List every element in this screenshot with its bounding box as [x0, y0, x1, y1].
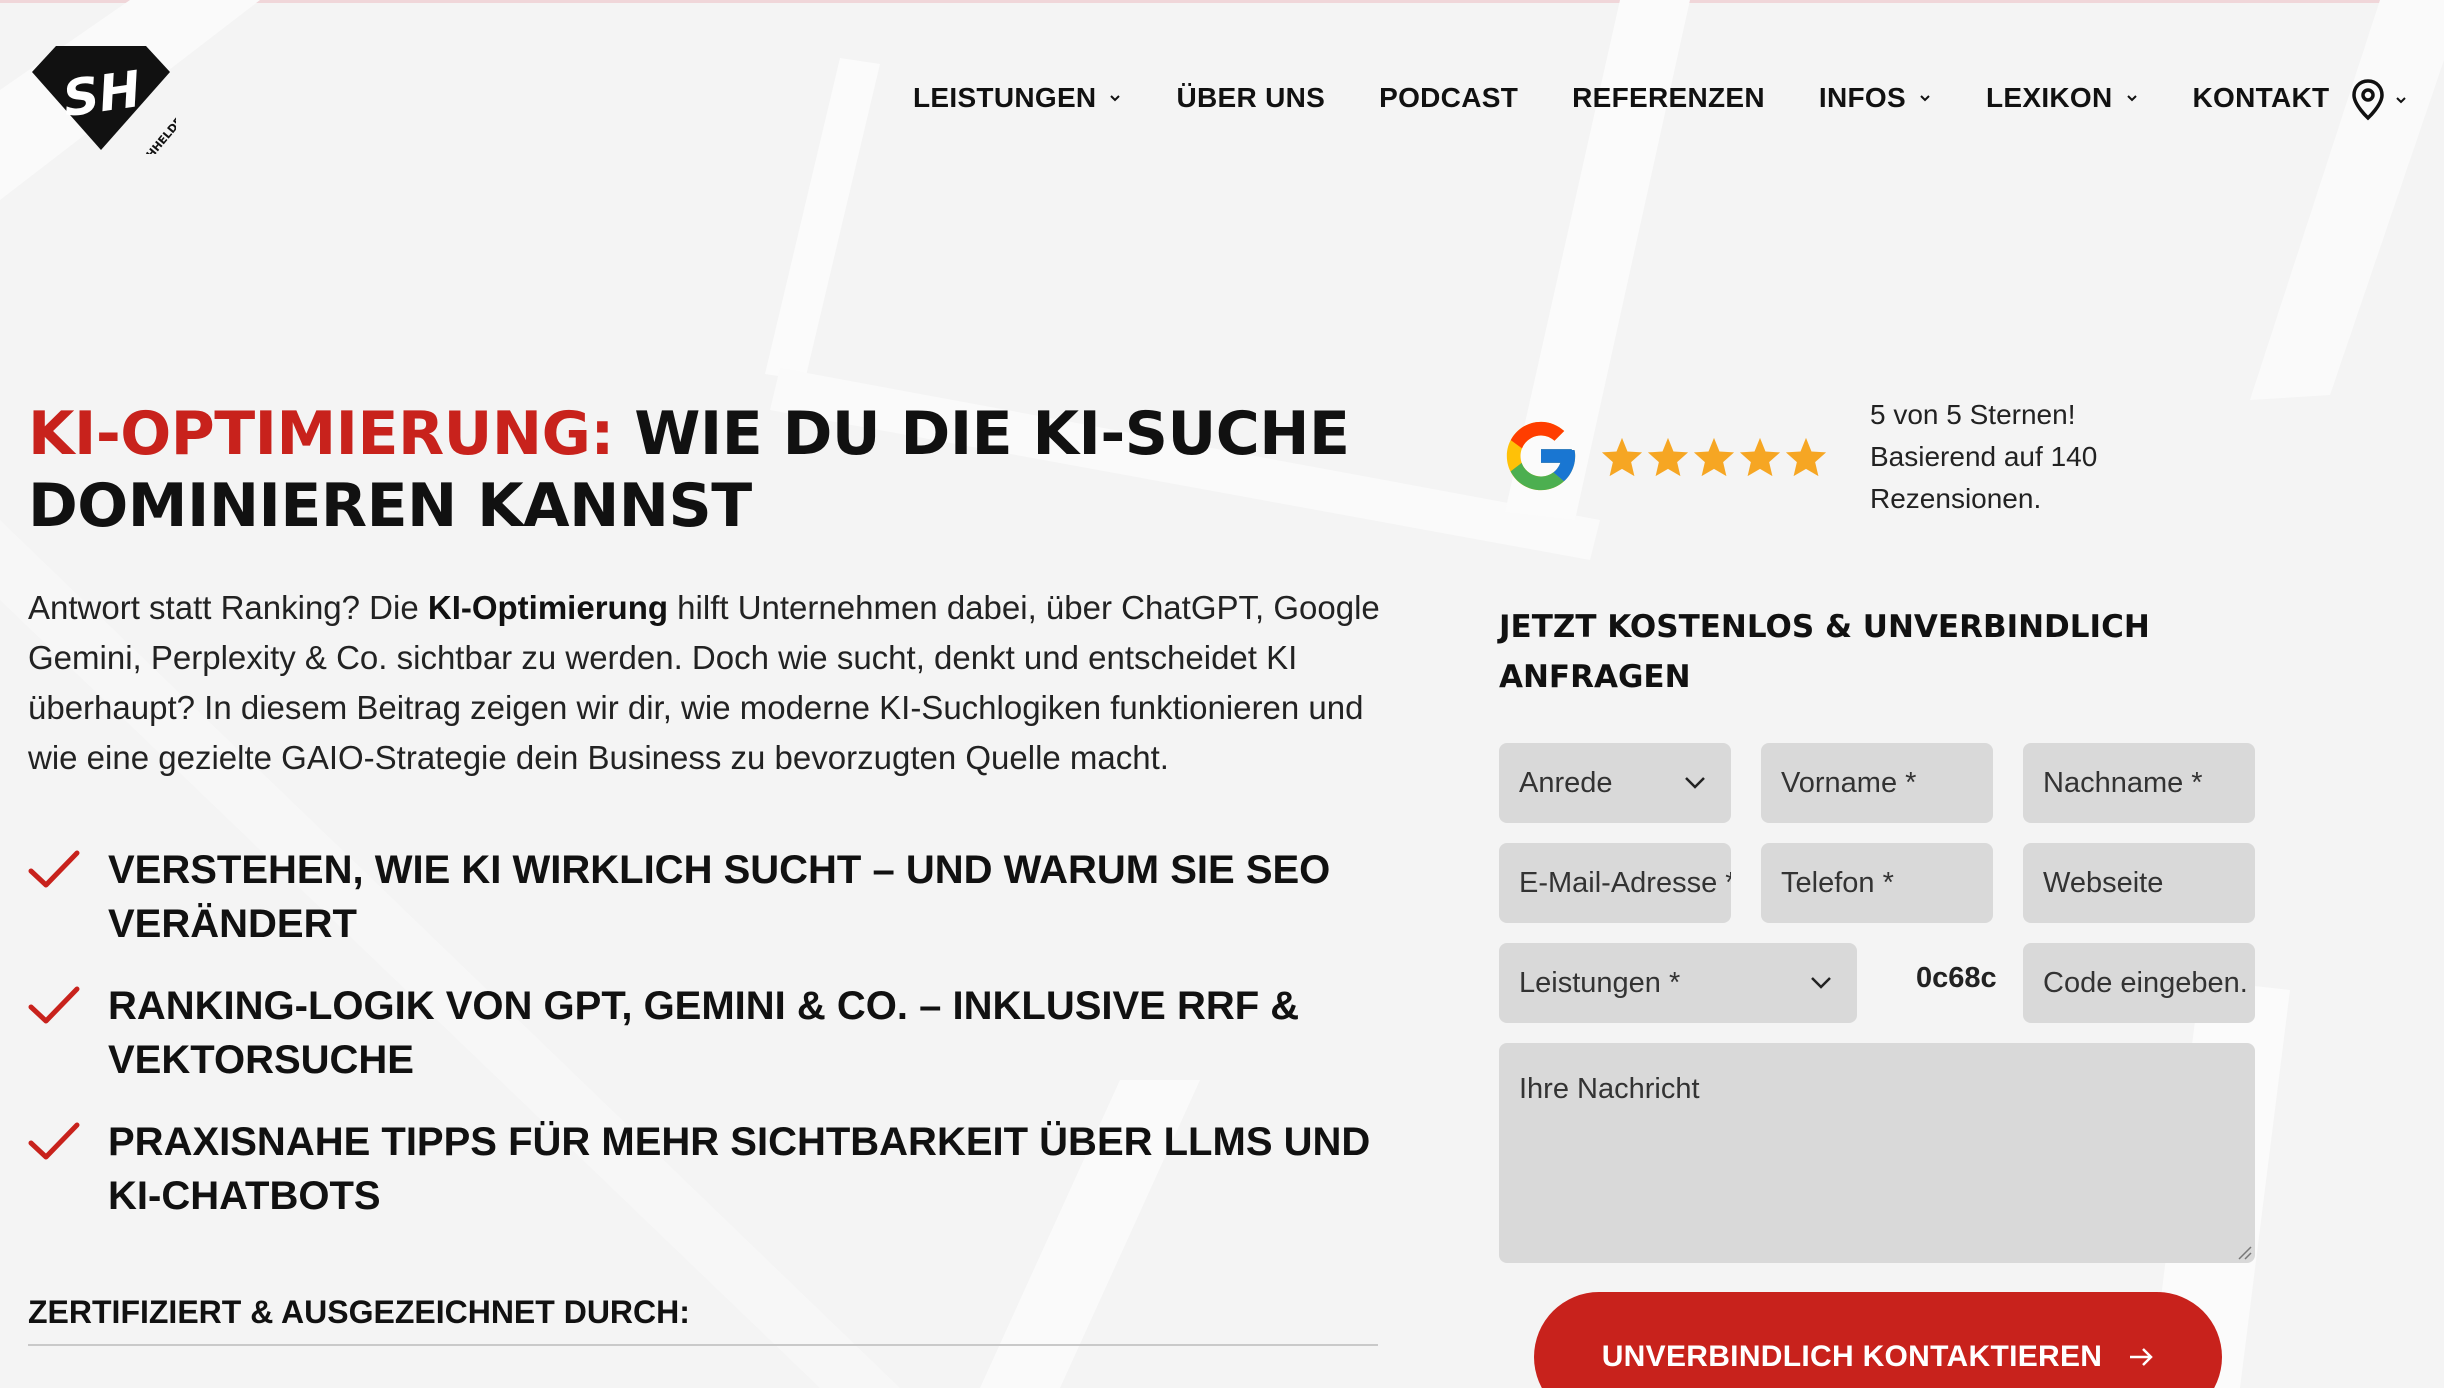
intro-paragraph: Antwort statt Ranking? Die KI-Optimierun…: [28, 583, 1408, 783]
list-item-text: Ranking-Logik von GPT, Gemini & Co. – in…: [108, 984, 1300, 1082]
webseite-field[interactable]: Webseite: [2023, 843, 2255, 923]
nav-item-label: ÜBER UNS: [1176, 82, 1326, 113]
page-title-highlight: KI-Optimierung:: [28, 399, 614, 469]
star-icon: [1693, 437, 1735, 477]
chevron-down-icon: [2126, 95, 2137, 102]
submit-button[interactable]: Unverbindlich kontaktieren: [1534, 1292, 2222, 1388]
rating-summary: 5 von 5 Sternen! Basierend auf 140 Rezen…: [1870, 394, 2097, 520]
nav-item-label: REFERENZEN: [1572, 82, 1765, 113]
nav-item-label: PODCAST: [1379, 82, 1519, 113]
nav-item-infos[interactable]: INFOS: [1819, 82, 1932, 114]
captcha-code: 0c68c: [1916, 962, 1997, 994]
chevron-down-icon: [1811, 977, 1831, 989]
divider: [28, 1344, 1378, 1346]
suchhelden-logo[interactable]: SH SUCHHELDEN: [26, 42, 191, 180]
nav-item-podcast[interactable]: PODCAST: [1379, 82, 1518, 114]
main-navigation: LEISTUNGEN ÜBER UNS PODCAST REFERENZEN I…: [913, 78, 2329, 118]
resize-handle-icon[interactable]: [2235, 1243, 2253, 1261]
location-selector[interactable]: [2350, 78, 2408, 122]
rating-line: 5 von 5 Sternen!: [1870, 399, 2076, 430]
nav-item-leistungen[interactable]: LEISTUNGEN: [913, 82, 1122, 114]
certification-heading: Zertifiziert & ausgezeichnet durch:: [28, 1294, 690, 1330]
rating-line: Rezensionen.: [1870, 483, 2042, 514]
rating-line: Basierend auf 140: [1870, 441, 2098, 472]
leistungen-value: Leistungen *: [1519, 966, 1681, 999]
list-item: Ranking-Logik von GPT, Gemini & Co. – in…: [28, 979, 1408, 1087]
page-title: KI-Optimierung: Wie du die KI-Suche domi…: [28, 398, 1368, 542]
email-placeholder: E-Mail-Adresse *: [1519, 866, 1731, 899]
nav-item-label: LEXIKON: [1985, 82, 2113, 113]
telefon-placeholder: Telefon *: [1781, 866, 1894, 899]
anrede-select[interactable]: Anrede: [1499, 743, 1731, 823]
list-item: Verstehen, wie KI wirklich sucht – und w…: [28, 843, 1408, 951]
form-heading: Jetzt kostenlos & unverbindlich anfragen: [1499, 609, 2150, 695]
star-rating: [1600, 436, 1830, 478]
checkmark-icon: [28, 850, 80, 888]
captcha-input[interactable]: Code eingeben.: [2023, 943, 2255, 1023]
webseite-placeholder: Webseite: [2043, 866, 2164, 899]
vorname-field[interactable]: Vorname *: [1761, 743, 1993, 823]
svg-text:SH: SH: [59, 60, 144, 128]
list-item-text: Verstehen, wie KI wirklich sucht – und w…: [108, 848, 1331, 946]
nav-item-ueber-uns[interactable]: ÜBER UNS: [1176, 82, 1325, 114]
captcha-placeholder: Code eingeben.: [2043, 966, 2248, 999]
email-field[interactable]: E-Mail-Adresse *: [1499, 843, 1731, 923]
intro-text-part1: Antwort statt Ranking? Die: [28, 589, 428, 626]
leistungen-select[interactable]: Leistungen *: [1499, 943, 1857, 1023]
message-placeholder: Ihre Nachricht: [1519, 1073, 1700, 1105]
google-logo-icon[interactable]: [1500, 415, 1582, 497]
nav-item-label: LEISTUNGEN: [913, 82, 1097, 113]
submit-label: Unverbindlich kontaktieren: [1601, 1340, 2103, 1373]
intro-text-bold: KI-Optimierung: [427, 589, 669, 626]
benefit-list: Verstehen, wie KI wirklich sucht – und w…: [28, 843, 1408, 1251]
vorname-placeholder: Vorname *: [1781, 766, 1917, 799]
chevron-down-icon: [1920, 95, 1930, 102]
nachname-field[interactable]: Nachname *: [2023, 743, 2255, 823]
anrede-value: Anrede: [1519, 766, 1613, 799]
map-pin-icon: [2352, 79, 2384, 121]
telefon-field[interactable]: Telefon *: [1761, 843, 1993, 923]
arrow-right-icon: [2130, 1348, 2154, 1366]
star-icon: [1647, 437, 1689, 477]
chevron-down-icon: [2396, 97, 2406, 104]
list-item-text: Praxisnahe Tipps für mehr Sichtbarkeit ü…: [108, 1120, 1371, 1218]
star-icon: [1785, 437, 1827, 477]
chevron-down-icon: [1685, 777, 1705, 789]
message-textarea[interactable]: Ihre Nachricht: [1499, 1043, 2255, 1263]
nachname-placeholder: Nachname *: [2043, 766, 2203, 799]
nav-item-label: INFOS: [1818, 82, 1906, 113]
checkmark-icon: [28, 1122, 80, 1160]
list-item: Praxisnahe Tipps für mehr Sichtbarkeit ü…: [28, 1115, 1408, 1223]
nav-item-kontakt[interactable]: KONTAKT: [2193, 82, 2330, 114]
nav-item-lexikon[interactable]: LEXIKON: [1986, 82, 2139, 114]
nav-item-label: KONTAKT: [2192, 82, 2330, 113]
chevron-down-icon: [1110, 95, 1121, 102]
checkmark-icon: [28, 986, 80, 1024]
nav-item-referenzen[interactable]: REFERENZEN: [1572, 82, 1765, 114]
star-icon: [1739, 437, 1781, 477]
star-icon: [1601, 437, 1643, 477]
